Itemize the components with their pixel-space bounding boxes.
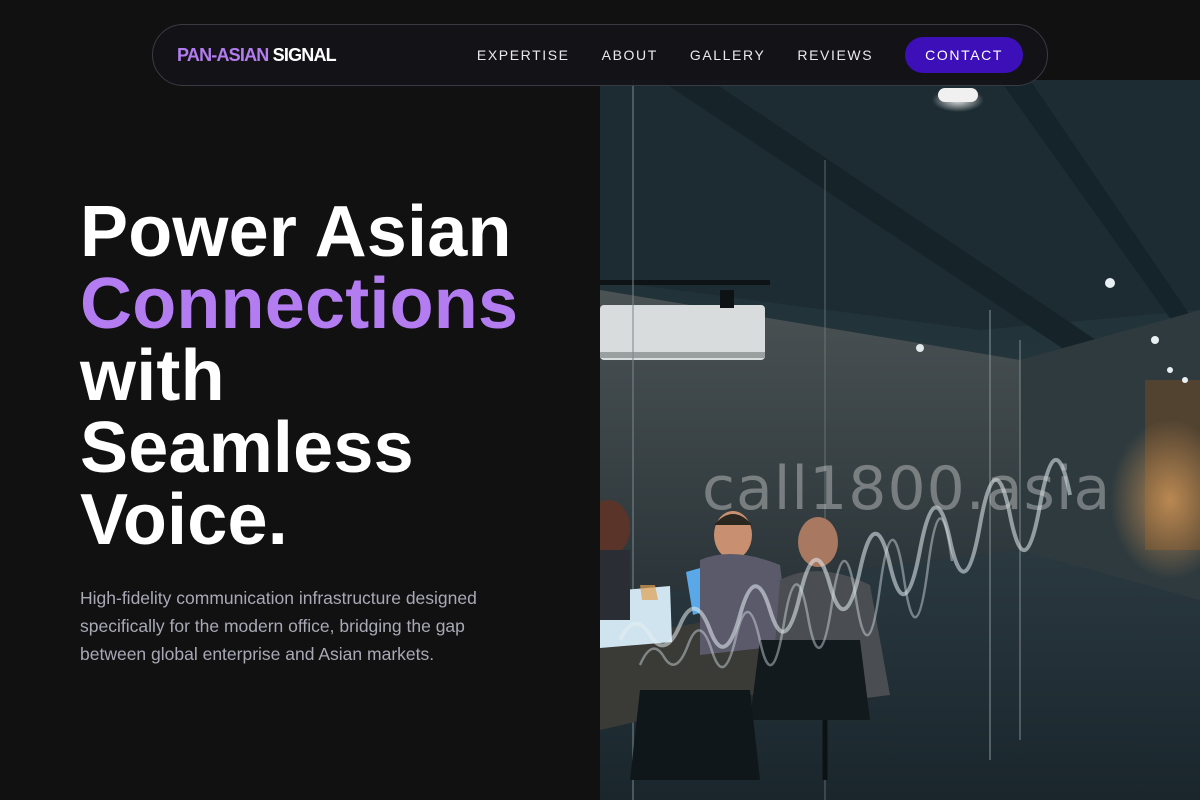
headline-line-5: Voice.	[80, 480, 288, 560]
nav-link-reviews[interactable]: REVIEWS	[797, 47, 873, 63]
brand-logo[interactable]: PAN-ASIAN SIGNAL	[177, 44, 337, 66]
wall-logo-text: call1800.asia	[702, 454, 1112, 524]
hero-headline: Power Asian Connections with Seamless Vo…	[80, 196, 580, 556]
office-scene-illustration	[600, 80, 1200, 800]
brand-logo-part2: SIGNAL	[272, 44, 337, 65]
nav-link-gallery[interactable]: GALLERY	[690, 47, 766, 63]
hero-office-photo: call1800.asia	[600, 80, 1200, 800]
headline-line-4: Seamless	[80, 408, 414, 488]
headline-line-3: with	[80, 336, 225, 416]
hero-subtext: High-fidelity communication infrastructu…	[80, 588, 477, 664]
nav-link-about[interactable]: ABOUT	[602, 47, 658, 63]
headline-line-1: Power Asian	[80, 192, 512, 272]
top-navigation: PAN-ASIAN SIGNAL EXPERTISE ABOUT GALLERY…	[152, 24, 1048, 86]
nav-links: EXPERTISE ABOUT GALLERY REVIEWS CONTACT	[477, 37, 1023, 73]
nav-link-expertise[interactable]: EXPERTISE	[477, 47, 570, 63]
brand-logo-part1: PAN-ASIAN	[177, 44, 269, 65]
hero-section: Power Asian Connections with Seamless Vo…	[80, 196, 580, 668]
contact-button[interactable]: CONTACT	[905, 37, 1023, 73]
headline-line-2-accent: Connections	[80, 264, 519, 344]
